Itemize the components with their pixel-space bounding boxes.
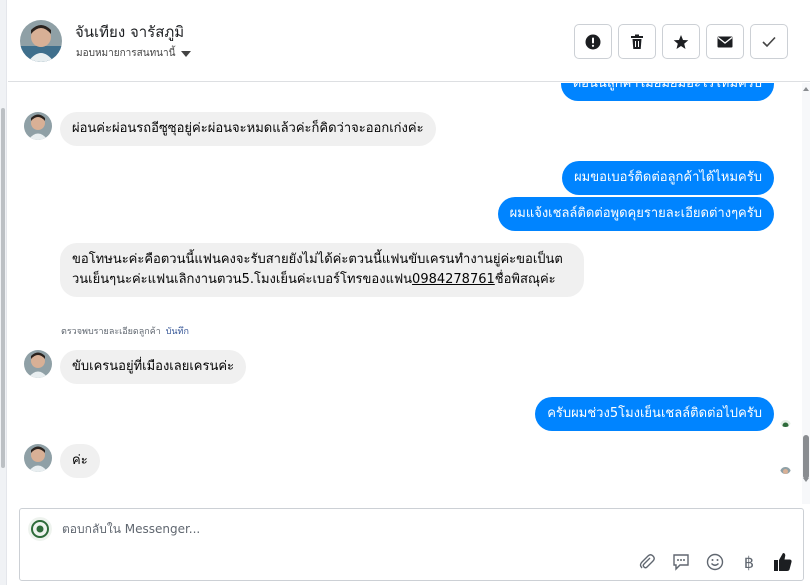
- emoji-icon: [706, 553, 724, 571]
- page-seen-indicator: [780, 416, 791, 427]
- reply-composer: ฿: [19, 508, 804, 581]
- reply-input[interactable]: [62, 517, 762, 541]
- report-button[interactable]: [574, 24, 612, 59]
- caret-down-icon: [181, 50, 192, 57]
- payment-button[interactable]: ฿: [739, 552, 759, 572]
- envelope-icon: [717, 36, 733, 47]
- checkmark-icon: [762, 36, 776, 47]
- outgoing-message: ผมแจ้งเชลล์ติดต่อพูดคุยรายละเอียดต่างๆคร…: [497, 197, 774, 231]
- assign-conversation-dropdown[interactable]: มอบหมายการสนทนานี้: [76, 46, 192, 61]
- incoming-message: ค่ะ: [60, 444, 100, 478]
- page-avatar: [28, 517, 52, 541]
- emoji-button[interactable]: [705, 552, 725, 572]
- notice-text: ตรวจพบรายละเอียดลูกค้า: [61, 327, 161, 337]
- star-icon: [673, 34, 689, 49]
- delete-button[interactable]: [618, 24, 656, 59]
- outgoing-message: ต่อนี้นลูกค้าไม่ยิ่มยิ่มอะไรไหมครับ: [560, 83, 774, 101]
- contact-name[interactable]: จันเทียง จารัสภูมิ: [75, 20, 184, 44]
- message-text: ชื่อพิสณุค่ะ: [494, 272, 556, 287]
- exclamation-circle-icon: [585, 34, 601, 49]
- trash-icon: [631, 34, 643, 49]
- header-actions: [574, 24, 788, 59]
- baht-icon: ฿: [743, 552, 755, 572]
- incoming-message: ขับเครนอยู่ที่เมืองเลยเครนค่ะ: [60, 350, 247, 384]
- outgoing-message: ครับผมช่วง5โมงเย็นเชลล์ติดต่อไปครับ: [535, 397, 774, 431]
- contact-avatar-small[interactable]: [24, 112, 52, 140]
- like-button[interactable]: [773, 552, 793, 572]
- outgoing-message: ผมขอเบอร์ติดต่อลูกค้าได้ไหมครับ: [562, 161, 774, 195]
- phone-number-link[interactable]: 0984278761: [412, 272, 495, 287]
- paperclip-icon: [639, 554, 655, 569]
- contact-seen-indicator: [780, 463, 791, 474]
- contact-avatar-small[interactable]: [24, 350, 52, 378]
- message-thread[interactable]: ต่อนี้นลูกค้าไม่ยิ่มยิ่มอะไรไหมครับ ผ่อน…: [8, 83, 802, 504]
- incoming-message: ขอโทษนะค่ะคือตวนนี้แฟนคงจะรับสายยังไม่ได…: [60, 243, 584, 297]
- composer-tools: ฿: [637, 552, 793, 572]
- thread-scrollbar-thumb[interactable]: [803, 435, 809, 479]
- conversation-header: จันเทียง จารัสภูมิ มอบหมายการสนทนานี้: [8, 0, 810, 82]
- scroll-down-arrow[interactable]: [803, 478, 809, 482]
- mark-unread-button[interactable]: [706, 24, 744, 59]
- contact-avatar-small[interactable]: [24, 444, 52, 472]
- customer-details-notice: ตรวจพบรายละเอียดลูกค้า บันทึก: [61, 324, 189, 338]
- saved-reply-icon: [673, 554, 689, 571]
- attach-button[interactable]: [637, 552, 657, 572]
- saved-replies-button[interactable]: [671, 552, 691, 572]
- save-details-link[interactable]: บันทึก: [166, 327, 189, 337]
- contact-avatar[interactable]: [20, 20, 62, 62]
- mark-done-button[interactable]: [750, 24, 788, 59]
- thumbs-up-icon: [774, 553, 792, 571]
- star-button[interactable]: [662, 24, 700, 59]
- thread-scrollbar[interactable]: [802, 83, 810, 504]
- left-panel-edge: [0, 0, 7, 585]
- scroll-up-arrow[interactable]: [803, 87, 809, 91]
- assign-label: มอบหมายการสนทนานี้: [76, 48, 176, 59]
- incoming-message: ผ่อนค่ะผ่อนรถอีซูซุอยู่ค่ะผ่อนจะหมดแล้วค…: [60, 112, 436, 146]
- left-scrollbar-thumb[interactable]: [1, 108, 5, 468]
